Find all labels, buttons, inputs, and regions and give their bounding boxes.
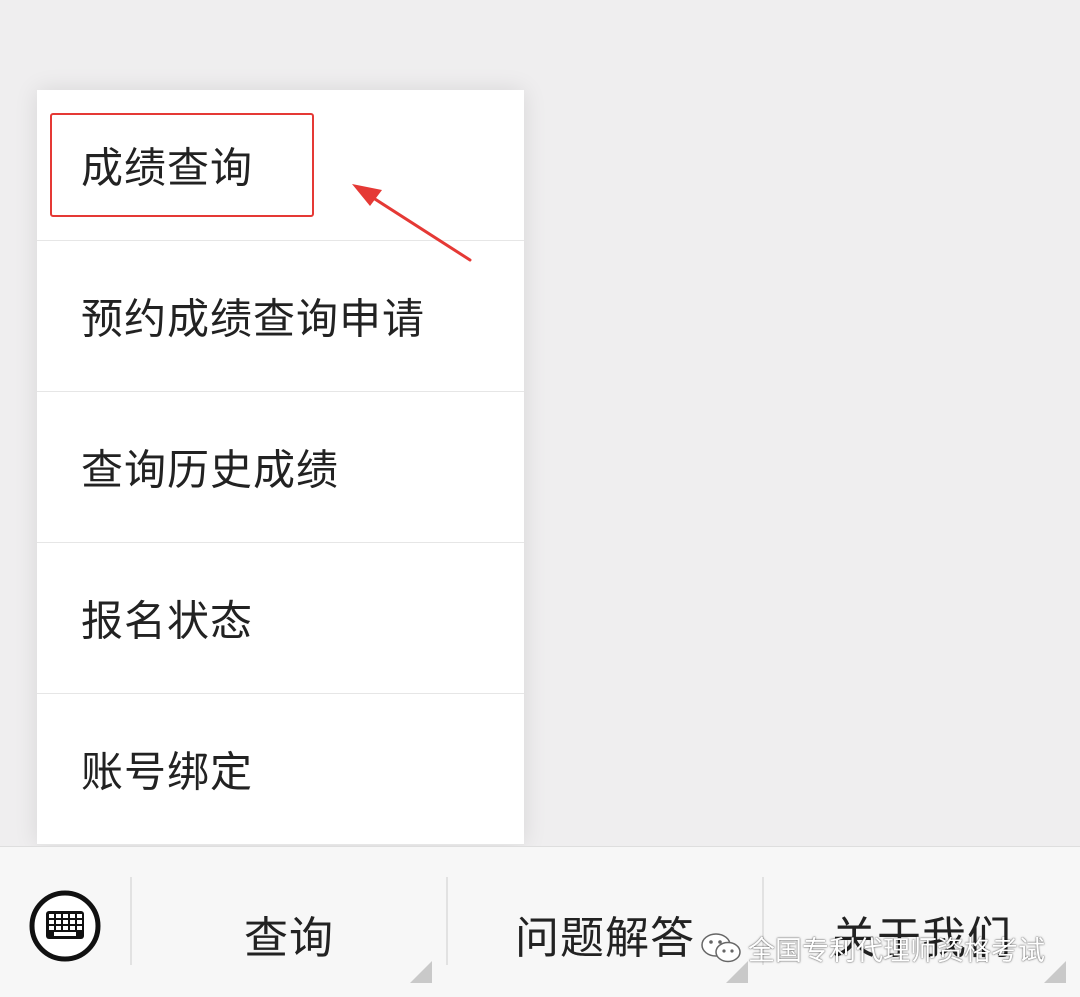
menu-item-score-query[interactable]: 成绩查询 — [37, 90, 524, 241]
menu-item-reserve-score-query[interactable]: 预约成绩查询申请 — [37, 241, 524, 392]
menu-item-history-score[interactable]: 查询历史成绩 — [37, 392, 524, 543]
keyboard-icon — [29, 890, 101, 962]
menu-item-label: 成绩查询 — [81, 143, 254, 193]
menu-item-label: 报名状态 — [81, 596, 254, 646]
menu-item-account-binding[interactable]: 账号绑定 — [37, 694, 524, 845]
menu-item-label: 预约成绩查询申请 — [81, 294, 426, 344]
keyboard-toggle-button[interactable] — [28, 889, 102, 963]
bottom-menu-bar: 查询 问题解答 关于我们 — [0, 846, 1080, 997]
menu-item-registration-status[interactable]: 报名状态 — [37, 543, 524, 694]
tab-about-us[interactable]: 关于我们 — [764, 847, 1080, 997]
menu-item-label: 账号绑定 — [81, 747, 254, 797]
popup-menu: 成绩查询 预约成绩查询申请 查询历史成绩 报名状态 账号绑定 — [37, 90, 524, 845]
submenu-indicator-icon — [1044, 961, 1066, 983]
submenu-indicator-icon — [410, 961, 432, 983]
tab-label: 关于我们 — [832, 913, 1012, 964]
submenu-indicator-icon — [726, 961, 748, 983]
tab-faq[interactable]: 问题解答 — [448, 847, 762, 997]
tab-query[interactable]: 查询 — [132, 847, 446, 997]
tab-label: 查询 — [244, 913, 334, 964]
tab-label: 问题解答 — [515, 913, 695, 964]
menu-item-label: 查询历史成绩 — [81, 445, 340, 495]
